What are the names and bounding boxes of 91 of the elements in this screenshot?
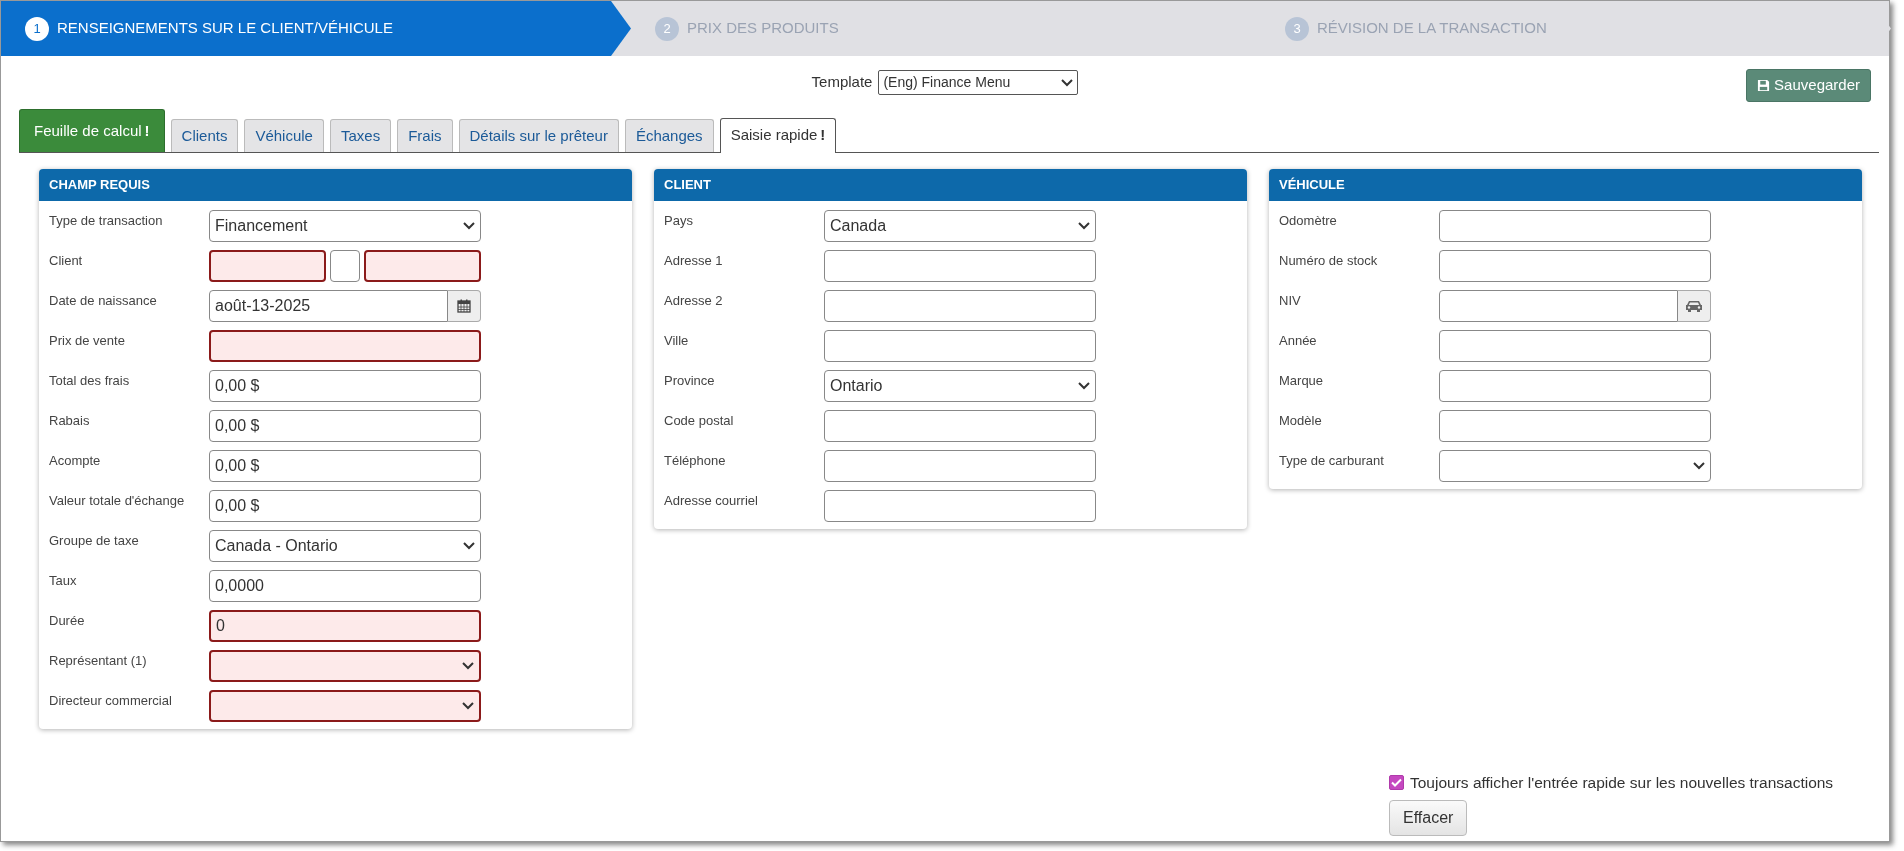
field-label: Client	[49, 251, 84, 268]
calendar-button[interactable]	[448, 289, 481, 322]
input-field[interactable]	[824, 329, 1096, 362]
input-field[interactable]	[1439, 409, 1711, 442]
select-field[interactable]	[1439, 449, 1711, 482]
checkbox[interactable]	[1389, 775, 1404, 791]
template-label: Template	[811, 72, 873, 93]
field-label: Acompte	[49, 451, 102, 468]
field-label: Marque	[1279, 371, 1325, 388]
step-number: 2	[655, 16, 679, 41]
field-label: Téléphone	[664, 451, 727, 468]
input-field[interactable]	[824, 489, 1096, 522]
calendar-icon	[457, 298, 471, 313]
select-field[interactable]: Canada - Ontario	[209, 529, 481, 562]
panel-header: VÉHICULE	[1269, 169, 1862, 201]
chevron-down-icon	[1078, 221, 1090, 230]
chevron-down-icon	[1061, 78, 1074, 87]
select-field[interactable]: Ontario	[824, 369, 1096, 402]
tab[interactable]: Détails sur le prêteur	[458, 118, 619, 152]
field-label: Pays	[664, 211, 694, 228]
vehicle-lookup-button[interactable]	[1678, 289, 1711, 322]
checkbox-label: Toujours afficher l'entrée rapide sur les nouvelles transactions	[1410, 773, 1834, 793]
tab[interactable]: Clients	[170, 118, 239, 152]
tab[interactable]: Frais	[397, 118, 453, 152]
field-label: Directeur commercial	[49, 691, 173, 708]
chevron-down-icon	[462, 701, 474, 710]
input-field[interactable]	[824, 449, 1096, 482]
tab[interactable]: Échanges	[624, 118, 714, 152]
tab[interactable]: Saisie rapide !	[719, 117, 837, 153]
input-field[interactable]: 0	[209, 609, 481, 642]
field-label: Rabais	[49, 411, 91, 428]
field-label: Durée	[49, 611, 86, 628]
panel-header: CLIENT	[654, 169, 1247, 201]
field-label: Numéro de stock	[1279, 251, 1379, 268]
field-label: Type de carburant	[1279, 451, 1385, 468]
input-field[interactable]	[209, 249, 326, 282]
field-label: Groupe de taxe	[49, 531, 140, 548]
select-field[interactable]: Canada	[824, 209, 1096, 242]
field-label: Ville	[664, 331, 690, 348]
chevron-down-icon	[462, 661, 474, 670]
input-field[interactable]	[1439, 289, 1678, 322]
input-field[interactable]: août-13-2025	[209, 289, 448, 322]
car-icon	[1685, 299, 1703, 312]
field-label: Odomètre	[1279, 211, 1338, 228]
field-label: Année	[1279, 331, 1318, 348]
input-field[interactable]	[1439, 249, 1711, 282]
worksheet-tab[interactable]: Feuille de calcul !	[19, 108, 165, 152]
chevron-down-icon	[463, 221, 475, 230]
input-field[interactable]	[1439, 369, 1711, 402]
select-field[interactable]: Financement	[209, 209, 481, 242]
input-field[interactable]	[209, 329, 481, 362]
input-field[interactable]	[1439, 209, 1711, 242]
field-label: Date de naissance	[49, 291, 158, 308]
field-label: Valeur totale d'échange	[49, 491, 186, 508]
chevron-down-icon	[1693, 461, 1705, 470]
chevron-down-icon	[463, 541, 475, 550]
field-label: Adresse 2	[664, 291, 724, 308]
field-label: NIV	[1279, 291, 1302, 308]
input-field[interactable]: 0,00 $	[209, 449, 481, 482]
input-field[interactable]: 0,0000	[209, 569, 481, 602]
clear-button[interactable]: Effacer	[1389, 800, 1468, 837]
field-label: Modèle	[1279, 411, 1323, 428]
tab[interactable]: Véhicule	[244, 118, 324, 152]
step-indicator[interactable]: 1 RENSEIGNEMENTS SUR LE CLIENT/VÉHICULE	[1, 1, 631, 56]
template-select[interactable]: (Eng) Finance Menu	[878, 70, 1079, 95]
select-field[interactable]	[209, 649, 481, 682]
field-label: Type de transaction	[49, 211, 164, 228]
select-field[interactable]	[209, 689, 481, 722]
save-button[interactable]: Sauvegarder	[1746, 69, 1871, 102]
input-field[interactable]: 0,00 $	[209, 409, 481, 442]
input-field[interactable]	[330, 249, 360, 282]
field-label: Province	[664, 371, 716, 388]
input-field[interactable]: 0,00 $	[209, 369, 481, 402]
field-label: Total des frais	[49, 371, 131, 388]
field-label: Prix de vente	[49, 331, 126, 348]
step-number: 1	[25, 16, 49, 41]
input-field[interactable]	[824, 289, 1096, 322]
step-number: 3	[1285, 16, 1309, 41]
input-field[interactable]	[364, 249, 481, 282]
chevron-down-icon	[1078, 381, 1090, 390]
field-label: Code postal	[664, 411, 735, 428]
field-label: Représentant (1)	[49, 651, 148, 668]
field-label: Adresse 1	[664, 251, 724, 268]
input-field[interactable]	[1439, 329, 1711, 362]
panel-header: CHAMP REQUIS	[39, 169, 632, 201]
input-field[interactable]	[824, 409, 1096, 442]
field-label: Adresse courriel	[664, 491, 759, 508]
input-field[interactable]: 0,00 $	[209, 489, 481, 522]
field-label: Taux	[49, 571, 78, 588]
input-field[interactable]	[824, 249, 1096, 282]
tab[interactable]: Taxes	[329, 118, 392, 152]
